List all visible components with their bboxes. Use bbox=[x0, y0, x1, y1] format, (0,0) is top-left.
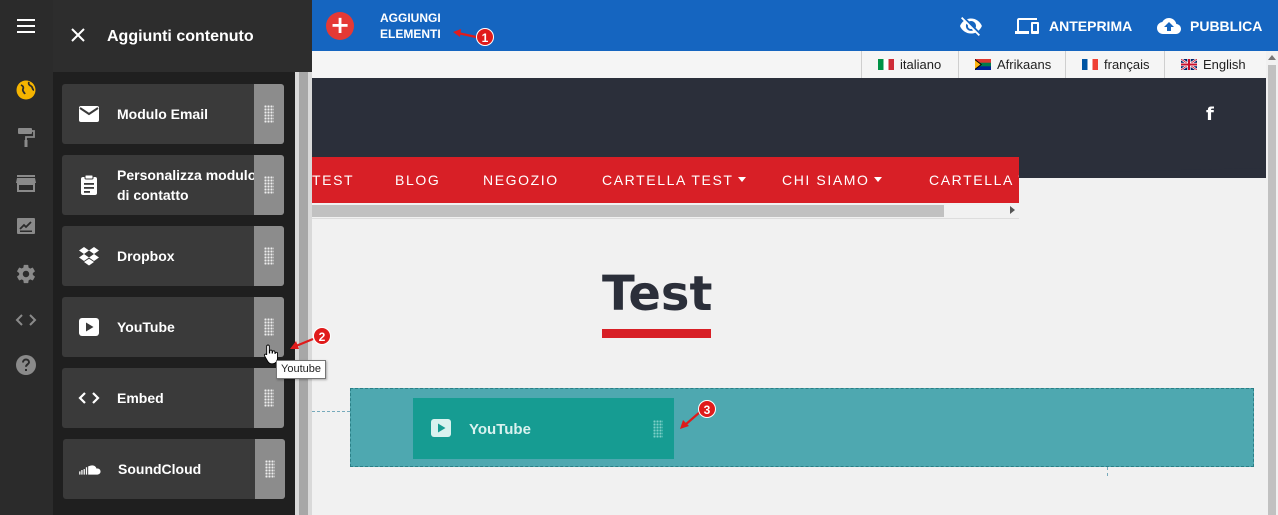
nav-item-blog[interactable]: BLOG bbox=[395, 172, 440, 188]
nav-item-test[interactable]: TEST bbox=[312, 172, 354, 188]
drag-handle-icon bbox=[265, 460, 275, 478]
add-elements-label[interactable]: AGGIUNGI ELEMENTI bbox=[380, 10, 441, 42]
panel-title: Aggiunti contenuto bbox=[107, 28, 254, 45]
menu-icon[interactable] bbox=[15, 15, 37, 37]
preview-label: ANTEPRIMA bbox=[1049, 18, 1133, 34]
callout-badge-2: 2 bbox=[313, 327, 331, 345]
nav-scrollbar[interactable] bbox=[312, 203, 1019, 219]
facebook-icon[interactable]: f bbox=[1206, 104, 1214, 125]
code-icon bbox=[78, 392, 100, 404]
drag-handle-icon bbox=[264, 105, 274, 123]
page-title: Test bbox=[602, 266, 713, 322]
youtube-icon bbox=[79, 318, 99, 336]
cloud-upload-icon[interactable] bbox=[1157, 14, 1181, 38]
content-block-youtube[interactable]: YouTube bbox=[62, 297, 284, 357]
content-block-soundcloud[interactable]: SoundCloud bbox=[63, 439, 285, 499]
nav-label: CARTELLA TEST bbox=[602, 172, 734, 188]
drag-handle-icon bbox=[264, 176, 274, 194]
settings-gear-icon[interactable] bbox=[15, 263, 37, 285]
panel-scrollbar-thumb[interactable] bbox=[299, 72, 308, 515]
drag-handle[interactable] bbox=[254, 84, 284, 144]
content-panel: Modulo Email Personalizza modulo di cont… bbox=[53, 0, 312, 515]
youtube-icon bbox=[431, 419, 451, 437]
clipboard-icon bbox=[81, 174, 97, 195]
content-block-dropbox[interactable]: Dropbox bbox=[62, 226, 284, 286]
close-icon[interactable] bbox=[69, 26, 87, 44]
block-label: Embed bbox=[117, 390, 164, 406]
help-icon[interactable] bbox=[15, 354, 37, 376]
scroll-right-arrow-icon[interactable] bbox=[1010, 206, 1015, 214]
youtube-drag-preview[interactable]: YouTube bbox=[413, 398, 674, 459]
nav-item-negozio[interactable]: NEGOZIO bbox=[483, 172, 559, 188]
content-block-contact-form[interactable]: Personalizza modulo di contatto bbox=[62, 155, 284, 215]
caret-down-icon bbox=[737, 177, 746, 182]
publish-label: PUBBLICA bbox=[1190, 18, 1263, 34]
callout-badge-3: 3 bbox=[698, 400, 716, 418]
page-scrollbar-thumb[interactable] bbox=[1268, 65, 1276, 515]
guide-line bbox=[1107, 467, 1108, 476]
caret-down-icon bbox=[873, 177, 882, 182]
site-nav: TEST BLOG NEGOZIO CARTELLA TEST CHI SIAM… bbox=[312, 157, 1019, 203]
editor-toolbar: + AGGIUNGI ELEMENTI ANTEPRIMA PUBBLICA bbox=[312, 0, 1278, 51]
drag-handle[interactable] bbox=[254, 226, 284, 286]
scroll-up-arrow-icon[interactable] bbox=[1268, 55, 1276, 60]
south-africa-flag-icon bbox=[975, 59, 991, 70]
title-underline bbox=[602, 329, 711, 338]
language-francais[interactable]: français bbox=[1065, 51, 1164, 78]
block-label: Dropbox bbox=[117, 248, 175, 264]
dropbox-icon bbox=[79, 247, 99, 266]
drag-preview-label: YouTube bbox=[469, 421, 531, 438]
paint-roller-icon[interactable] bbox=[15, 126, 37, 148]
store-icon[interactable] bbox=[15, 172, 37, 194]
language-label: English bbox=[1203, 57, 1246, 72]
language-label: Afrikaans bbox=[997, 57, 1052, 72]
drag-handle[interactable] bbox=[254, 155, 284, 215]
guide-line bbox=[312, 411, 350, 412]
block-label: Modulo Email bbox=[117, 106, 208, 122]
content-block-embed[interactable]: Embed bbox=[62, 368, 284, 428]
block-label: SoundCloud bbox=[118, 461, 202, 477]
hide-eye-icon[interactable] bbox=[959, 14, 983, 38]
add-elements-text: AGGIUNGI ELEMENTI bbox=[380, 11, 441, 41]
block-label: YouTube bbox=[117, 319, 175, 335]
language-afrikaans[interactable]: Afrikaans bbox=[958, 51, 1065, 78]
uk-flag-icon bbox=[1181, 59, 1197, 70]
page-scrollbar[interactable] bbox=[1266, 51, 1278, 515]
callout-arrow-2 bbox=[290, 337, 314, 349]
panel-scrollbar[interactable] bbox=[295, 72, 312, 515]
signature-icon[interactable] bbox=[15, 216, 37, 238]
nav-item-cartella-test[interactable]: CARTELLA TEST bbox=[602, 172, 746, 188]
language-italiano[interactable]: italiano bbox=[861, 51, 958, 78]
callout-arrow-1 bbox=[453, 29, 477, 39]
drag-handle-icon bbox=[264, 247, 274, 265]
france-flag-icon bbox=[1082, 59, 1098, 70]
devices-icon[interactable] bbox=[1015, 14, 1039, 38]
nav-item-cartella-test-2[interactable]: CARTELLA TEST bbox=[929, 172, 1019, 188]
code-icon[interactable] bbox=[15, 309, 37, 331]
language-english[interactable]: English bbox=[1164, 51, 1266, 78]
callout-badge-1: 1 bbox=[476, 28, 494, 46]
content-block-modulo-email[interactable]: Modulo Email bbox=[62, 84, 284, 144]
preview-button[interactable]: ANTEPRIMA bbox=[1049, 18, 1132, 34]
drag-handle-icon bbox=[264, 389, 274, 407]
language-label: italiano bbox=[900, 57, 942, 72]
nav-scrollbar-thumb[interactable] bbox=[312, 205, 944, 217]
drag-handle-icon bbox=[264, 318, 274, 336]
left-rail bbox=[0, 0, 53, 515]
globe-icon[interactable] bbox=[15, 79, 37, 101]
language-label: français bbox=[1104, 57, 1150, 72]
soundcloud-icon bbox=[79, 465, 101, 475]
drag-handle[interactable] bbox=[255, 439, 285, 499]
language-bar: italiano Afrikaans français English bbox=[312, 51, 1278, 78]
italy-flag-icon bbox=[878, 59, 894, 70]
email-icon bbox=[79, 106, 99, 122]
block-label: Personalizza modulo di contatto bbox=[117, 167, 257, 203]
nav-item-chi-siamo[interactable]: CHI SIAMO bbox=[782, 172, 882, 188]
panel-header: Aggiunti contenuto bbox=[53, 0, 312, 72]
drag-handle-icon bbox=[653, 420, 663, 438]
publish-button[interactable]: PUBBLICA bbox=[1190, 18, 1262, 34]
nav-label: CHI SIAMO bbox=[782, 172, 870, 188]
tooltip: Youtube bbox=[276, 360, 326, 379]
add-elements-button[interactable]: + bbox=[326, 12, 354, 40]
